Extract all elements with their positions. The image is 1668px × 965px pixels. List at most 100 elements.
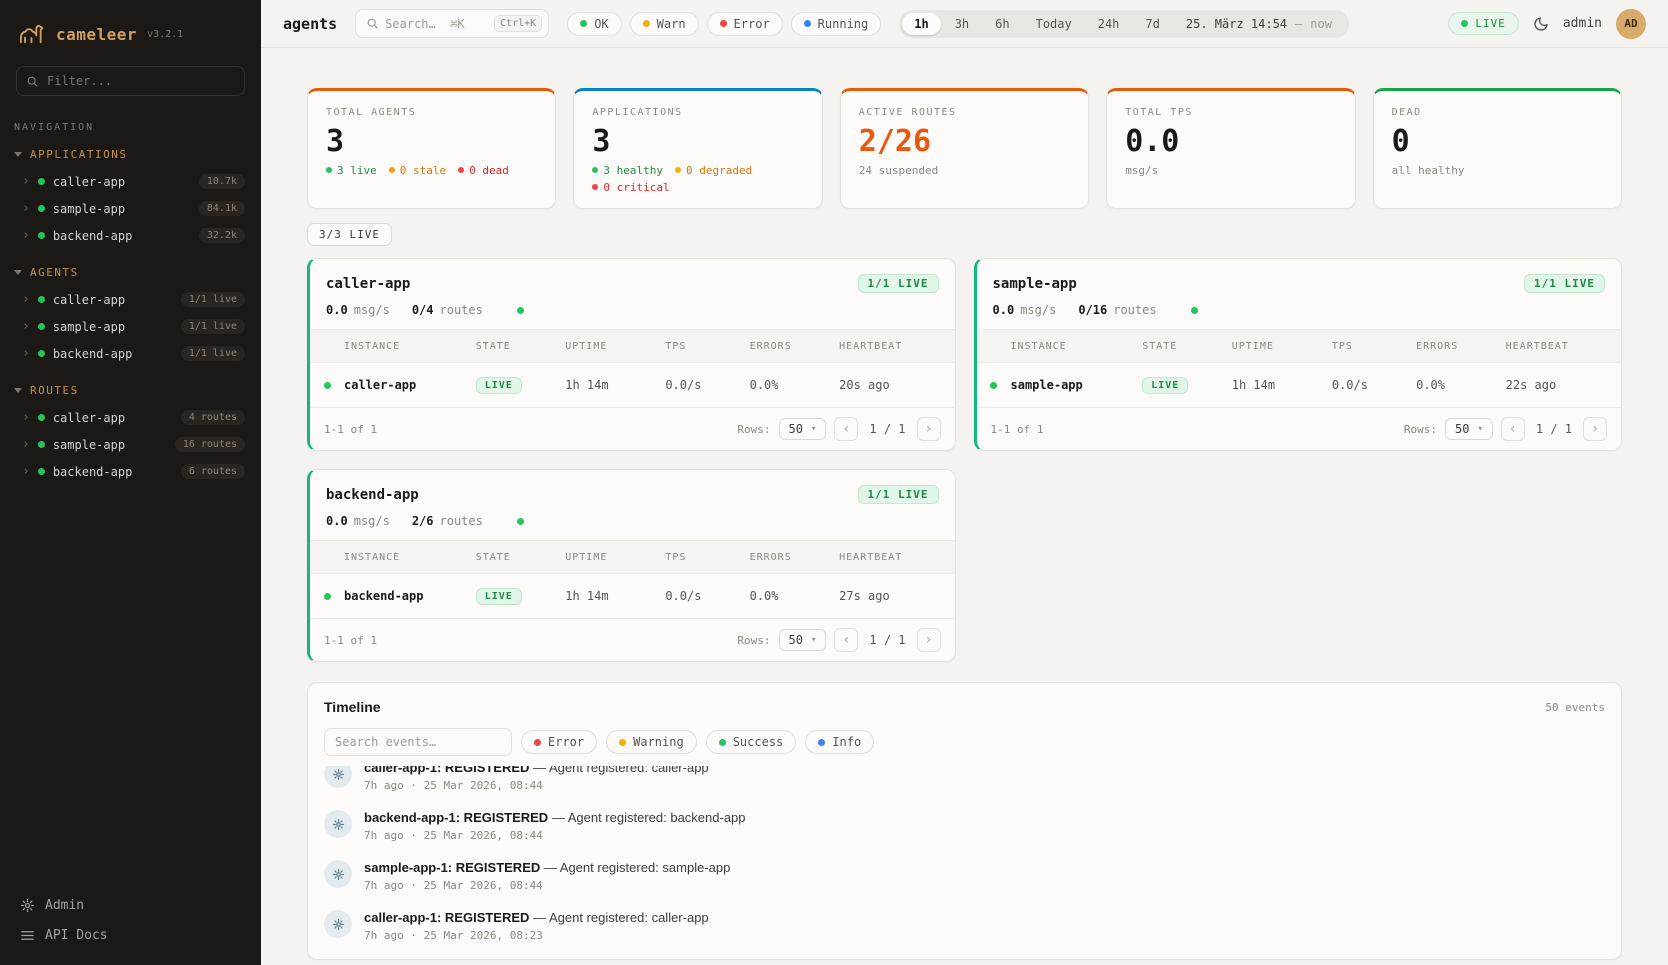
timeline-filter-warning[interactable]: Warning xyxy=(606,730,697,754)
api-docs-label: API Docs xyxy=(45,928,108,943)
dark-mode-toggle[interactable] xyxy=(1533,16,1549,32)
table-row[interactable]: backend-app LIVE 1h 14m 0.0/s 0.0% 27s a… xyxy=(310,574,955,618)
timeline-event[interactable]: caller-app-1: REGISTERED — Agent registe… xyxy=(324,766,1605,801)
agent-gear-icon xyxy=(332,868,345,881)
filter-warn-button[interactable]: Warn xyxy=(630,12,699,36)
stat-card-active-routes: ACTIVE ROUTES 2/26 24 suspended xyxy=(840,88,1089,209)
dead-dot xyxy=(458,167,464,173)
warning-dot xyxy=(619,739,626,746)
agent-gear-icon xyxy=(332,768,345,781)
time-range-7d[interactable]: 7d xyxy=(1133,13,1171,35)
stats-row: TOTAL AGENTS 3 3 live 0 stale 0 dead APP… xyxy=(307,88,1622,209)
timeline-search-input[interactable] xyxy=(324,728,512,756)
column-header: INSTANCE xyxy=(344,341,476,352)
sidebar-item-caller-app[interactable]: › caller-app 10.7k xyxy=(0,168,261,195)
stat-subtext: 24 suspended xyxy=(859,164,1070,177)
time-range-6h[interactable]: 6h xyxy=(983,13,1021,35)
section-header-routes[interactable]: ROUTES xyxy=(0,379,261,404)
sidebar-item-sample-app-agent[interactable]: › sample-app 1/1 live xyxy=(0,313,261,340)
admin-link[interactable]: Admin xyxy=(20,898,241,913)
column-header: HEARTBEAT xyxy=(1506,341,1611,352)
heartbeat-cell: 22s ago xyxy=(1506,378,1611,392)
time-range-1h[interactable]: 1h xyxy=(902,13,940,35)
rows-per-page-value: 50 xyxy=(789,422,803,436)
sidebar-item-backend-app-routes[interactable]: › backend-app 6 routes xyxy=(0,458,261,485)
filter-label: Info xyxy=(832,735,861,749)
health-dot xyxy=(1191,307,1198,314)
chevron-down-icon: ▾ xyxy=(811,424,816,434)
app-name: cameleer xyxy=(56,25,137,44)
timeline-card: Timeline 50 events Error Warning Success xyxy=(307,682,1622,960)
heartbeat-cell: 20s ago xyxy=(839,378,944,392)
tps-unit: msg/s xyxy=(354,514,390,528)
uptime-cell: 1h 14m xyxy=(565,589,665,603)
app-card-title: sample-app xyxy=(993,276,1077,292)
chevron-down-icon: ▾ xyxy=(1477,424,1482,434)
time-range-today[interactable]: Today xyxy=(1024,13,1084,35)
chevron-right-icon: › xyxy=(22,411,30,424)
hamburger-icon xyxy=(20,928,35,943)
timeline-event-list[interactable]: caller-app-1: REGISTERED — Agent registe… xyxy=(308,766,1621,951)
timeline-event[interactable]: sample-app-1: REGISTERED — Agent registe… xyxy=(324,851,1605,901)
timeline-filter-info[interactable]: Info xyxy=(805,730,874,754)
info-dot xyxy=(818,739,825,746)
app-card-backend-app: backend-app 1/1 LIVE 0.0 msg/s 2/6 route… xyxy=(307,469,956,662)
next-page-button[interactable]: › xyxy=(1583,417,1607,441)
filter-ok-button[interactable]: OK xyxy=(567,12,621,36)
prev-page-button[interactable]: ‹ xyxy=(834,628,858,652)
sidebar-item-backend-app-agent[interactable]: › backend-app 1/1 live xyxy=(0,340,261,367)
time-range-3h[interactable]: 3h xyxy=(943,13,981,35)
stat-title: APPLICATIONS xyxy=(592,107,803,118)
camel-logo-icon xyxy=(18,20,46,48)
sidebar-item-sample-app-routes[interactable]: › sample-app 16 routes xyxy=(0,431,261,458)
overall-live-badge: 3/3 LIVE xyxy=(307,223,392,246)
stat-card-total-agents: TOTAL AGENTS 3 3 live 0 stale 0 dead xyxy=(307,88,556,209)
rows-label: Rows: xyxy=(737,423,770,436)
timeline-event[interactable]: backend-app-1: REGISTERED — Agent regist… xyxy=(324,801,1605,851)
status-dot xyxy=(38,350,45,357)
prev-page-button[interactable]: ‹ xyxy=(834,417,858,441)
table-footer: 1-1 of 1 Rows: 50 ▾ ‹ 1 / 1 › xyxy=(310,407,955,450)
sidebar-filter-input[interactable] xyxy=(16,66,245,96)
stale-dot xyxy=(389,167,395,173)
sidebar-filter[interactable] xyxy=(16,66,245,96)
ok-dot xyxy=(326,167,332,173)
rows-per-page-select[interactable]: 50 ▾ xyxy=(779,418,827,440)
routes-value: 2/6 xyxy=(412,514,434,528)
prev-page-button[interactable]: ‹ xyxy=(1501,417,1525,441)
state-badge: LIVE xyxy=(476,588,522,605)
page-title: agents xyxy=(283,15,337,33)
sidebar-item-sample-app[interactable]: › sample-app 84.1k xyxy=(0,195,261,222)
table-row[interactable]: caller-app LIVE 1h 14m 0.0/s 0.0% 20s ag… xyxy=(310,363,955,407)
search-input[interactable] xyxy=(385,17,488,31)
stat-title: TOTAL TPS xyxy=(1125,107,1336,118)
sidebar-item-caller-app-agent[interactable]: › caller-app 1/1 live xyxy=(0,286,261,313)
time-range-24h[interactable]: 24h xyxy=(1086,13,1132,35)
chevron-down-icon xyxy=(14,270,22,275)
date-start: 25. März 14:54 xyxy=(1186,17,1287,31)
table-row[interactable]: sample-app LIVE 1h 14m 0.0/s 0.0% 22s ag… xyxy=(977,363,1622,407)
next-page-button[interactable]: › xyxy=(917,417,941,441)
section-header-agents[interactable]: AGENTS xyxy=(0,261,261,286)
uptime-cell: 1h 14m xyxy=(1232,378,1332,392)
status-dot xyxy=(990,382,997,389)
section-header-applications[interactable]: APPLICATIONS xyxy=(0,143,261,168)
filter-error-button[interactable]: Error xyxy=(707,12,783,36)
filter-running-button[interactable]: Running xyxy=(791,12,882,36)
timeline-event[interactable]: caller-app-1: REGISTERED — Agent registe… xyxy=(324,901,1605,951)
timeline-filter-error[interactable]: Error xyxy=(521,730,597,754)
date-end: now xyxy=(1310,17,1332,31)
stat-title: DEAD xyxy=(1392,107,1603,118)
table-footer: 1-1 of 1 Rows: 50 ▾ ‹ 1 / 1 › xyxy=(310,618,955,661)
rows-per-page-select[interactable]: 50 ▾ xyxy=(779,629,827,651)
tps-cell: 0.0/s xyxy=(665,378,749,392)
sidebar-item-caller-app-routes[interactable]: › caller-app 4 routes xyxy=(0,404,261,431)
rows-per-page-select[interactable]: 50 ▾ xyxy=(1445,418,1493,440)
timeline-filter-success[interactable]: Success xyxy=(706,730,797,754)
sidebar-item-backend-app[interactable]: › backend-app 32.2k xyxy=(0,222,261,249)
event-icon-circle xyxy=(324,810,352,838)
avatar[interactable]: AD xyxy=(1616,9,1646,39)
api-docs-link[interactable]: API Docs xyxy=(20,928,241,943)
global-search[interactable]: Ctrl+K xyxy=(355,9,549,38)
next-page-button[interactable]: › xyxy=(917,628,941,652)
